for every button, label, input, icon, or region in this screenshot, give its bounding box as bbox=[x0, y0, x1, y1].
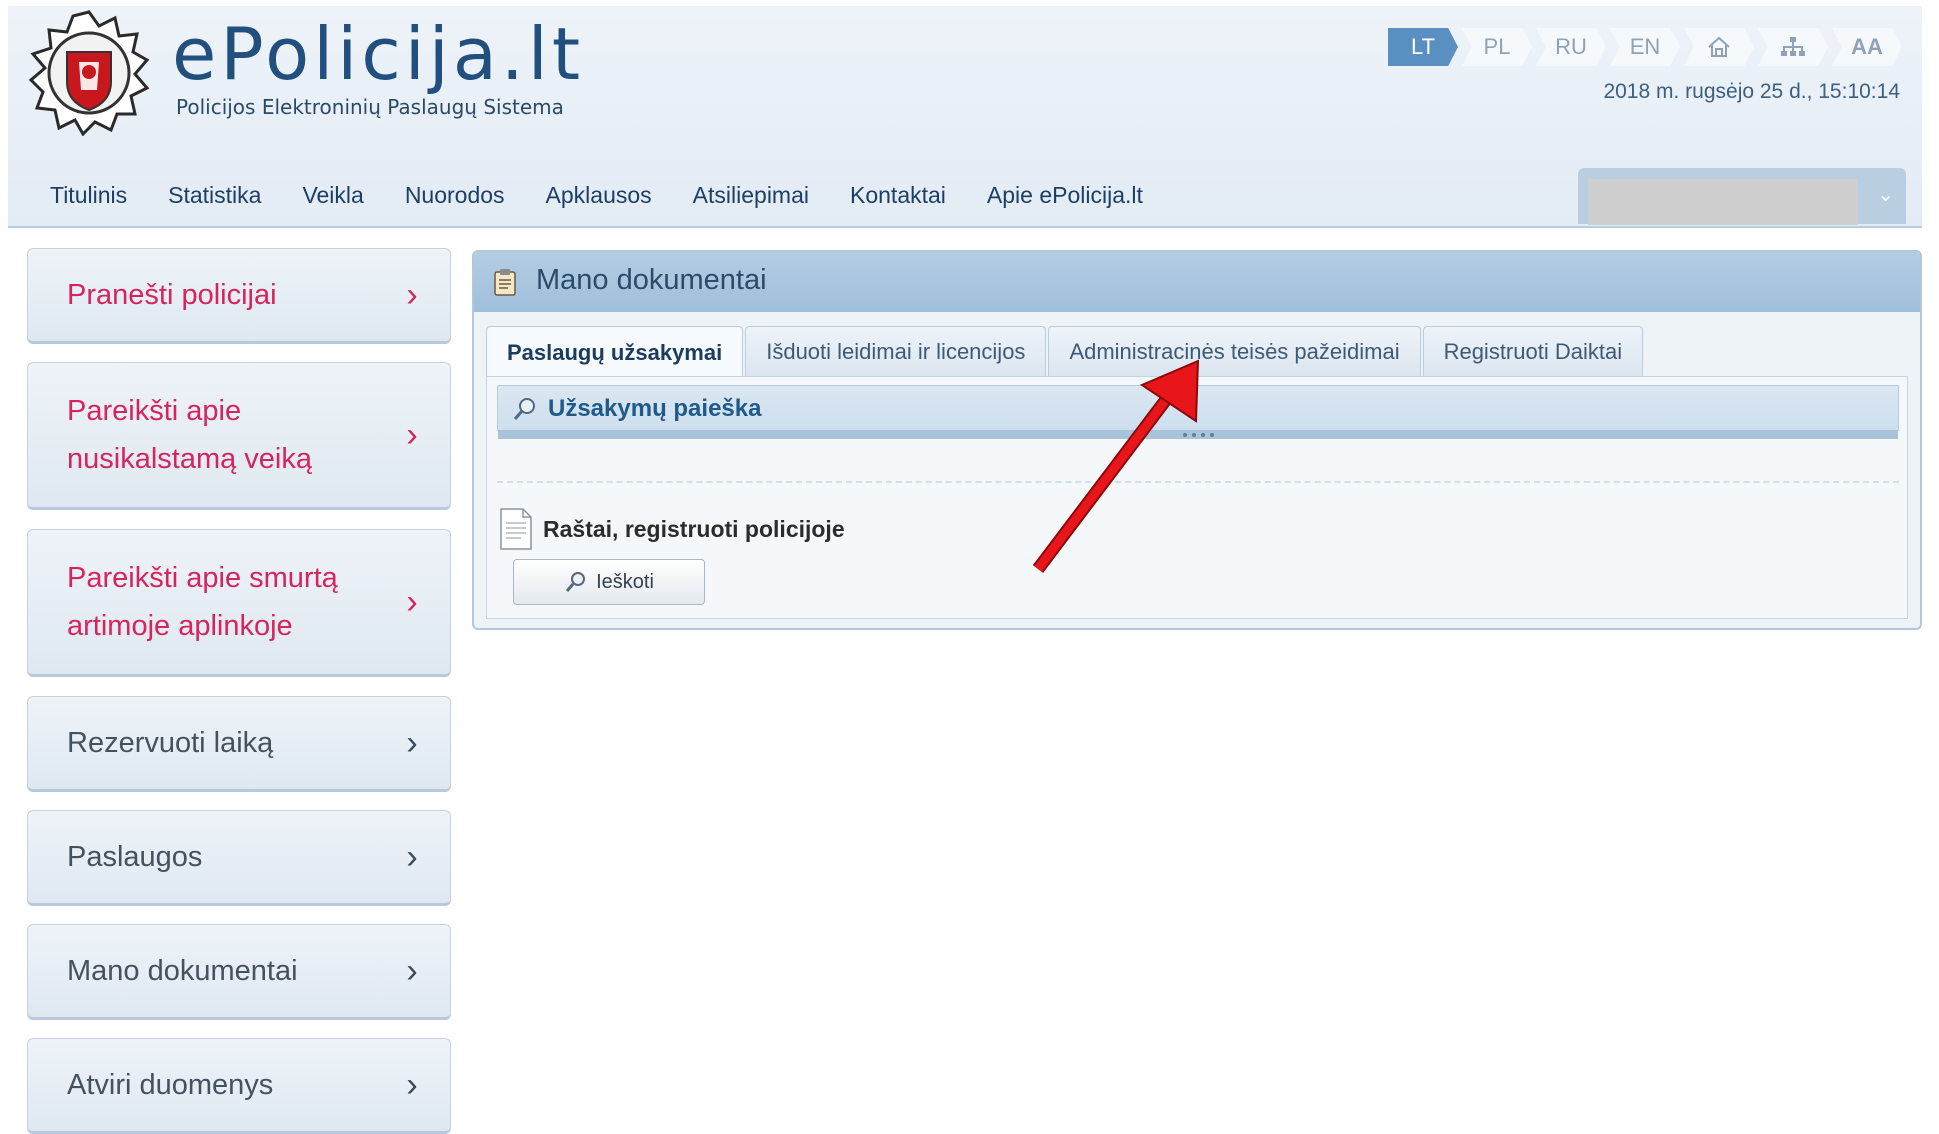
search-button[interactable]: Ieškoti bbox=[513, 559, 705, 605]
sidebar-item-label: Paslaugos bbox=[67, 841, 203, 873]
nav-apie[interactable]: Apie ePolicija.lt bbox=[965, 182, 1162, 209]
search-section-title: Užsakymų paieška bbox=[548, 395, 762, 422]
lang-pl[interactable]: PL bbox=[1462, 28, 1532, 66]
sidebar-item-paslaugos[interactable]: Paslaugos › bbox=[27, 810, 451, 906]
document-icon bbox=[500, 508, 532, 550]
font-size-icon[interactable]: AA bbox=[1832, 28, 1902, 66]
main-navigation: Titulinis Statistika Veikla Nuorodos Apk… bbox=[28, 182, 1162, 209]
nav-kontaktai[interactable]: Kontaktai bbox=[828, 182, 965, 209]
lang-lt[interactable]: LT bbox=[1388, 28, 1458, 66]
site-header: ePolicija.lt Policijos Elektroninių Pasl… bbox=[8, 6, 1922, 228]
sidebar-item-label: Atviri duomenys bbox=[67, 1069, 274, 1101]
nav-veikla[interactable]: Veikla bbox=[280, 182, 382, 209]
sidebar-item-rezervuoti[interactable]: Rezervuoti laiką › bbox=[27, 696, 451, 792]
sidebar-item-label: Rezervuoti laiką bbox=[67, 727, 274, 759]
search-button-label: Ieškoti bbox=[596, 570, 654, 593]
panel-header: Mano dokumentai bbox=[474, 252, 1920, 312]
sitemap-icon[interactable] bbox=[1758, 28, 1828, 66]
chevron-right-icon: › bbox=[406, 415, 418, 454]
chevron-right-icon: › bbox=[406, 837, 418, 876]
sidebar-item-label: Mano dokumentai bbox=[67, 955, 298, 987]
chevron-right-icon: › bbox=[406, 723, 418, 762]
sidebar-item-label: Pareikšti apie smurtą artimoje aplinkoje bbox=[67, 562, 338, 642]
user-dropdown-field[interactable] bbox=[1588, 179, 1858, 225]
lang-ru[interactable]: RU bbox=[1536, 28, 1606, 66]
sidebar-item-smurtas[interactable]: Pareikšti apie smurtą artimoje aplinkoje… bbox=[27, 529, 451, 677]
documents-section: Raštai, registruoti policijoje bbox=[499, 507, 845, 551]
tab-registruoti-daiktai[interactable]: Registruoti Daiktai bbox=[1422, 326, 1644, 377]
tab-paslaugu-uzsakymai[interactable]: Paslaugų užsakymai bbox=[486, 326, 744, 379]
chevron-down-icon[interactable]: ⌄ bbox=[1877, 182, 1894, 207]
nav-nuorodos[interactable]: Nuorodos bbox=[383, 182, 524, 209]
documents-title: Raštai, registruoti policijoje bbox=[543, 515, 845, 542]
annotation-arrow-icon bbox=[1032, 359, 1200, 573]
panel-title: Mano dokumentai bbox=[536, 264, 767, 296]
nav-titulinis[interactable]: Titulinis bbox=[28, 182, 146, 209]
brand-title[interactable]: ePolicija.lt bbox=[172, 18, 584, 90]
tab-isduoti-leidimai[interactable]: Išduoti leidimai ir licencijos bbox=[745, 326, 1047, 377]
sidebar-item-label: Pareikšti apie nusikalstamą veiką bbox=[67, 395, 312, 475]
sidebar-item-nusikalstama-veika[interactable]: Pareikšti apie nusikalstamą veiką › bbox=[27, 362, 451, 510]
search-icon bbox=[513, 398, 535, 420]
home-icon[interactable] bbox=[1684, 28, 1754, 66]
sidebar-item-pranesti[interactable]: Pranešti policijai › bbox=[27, 248, 451, 344]
nav-apklausos[interactable]: Apklausos bbox=[524, 182, 671, 209]
sidebar-item-atviri-duomenys[interactable]: Atviri duomenys › bbox=[27, 1038, 451, 1134]
sidebar-item-mano-dokumentai[interactable]: Mano dokumentai › bbox=[27, 924, 451, 1020]
nav-atsiliepimai[interactable]: Atsiliepimai bbox=[671, 182, 828, 209]
police-star-logo[interactable] bbox=[28, 10, 150, 136]
chevron-right-icon: › bbox=[406, 275, 418, 314]
brand-subtitle: Policijos Elektroninių Paslaugų Sistema bbox=[176, 95, 564, 119]
chevron-right-icon: › bbox=[406, 951, 418, 990]
user-dropdown[interactable]: ⌄ bbox=[1578, 168, 1906, 225]
search-icon bbox=[565, 572, 586, 592]
chevron-right-icon: › bbox=[406, 582, 418, 621]
current-datetime: 2018 m. rugsėjo 25 d., 15:10:14 bbox=[1603, 80, 1900, 103]
sidebar-item-label: Pranešti policijai bbox=[67, 279, 277, 311]
nav-statistika[interactable]: Statistika bbox=[146, 182, 280, 209]
chevron-right-icon: › bbox=[406, 1065, 418, 1104]
clipboard-icon bbox=[494, 269, 516, 296]
lang-en[interactable]: EN bbox=[1610, 28, 1680, 66]
language-bar: LT PL RU EN AA bbox=[1388, 28, 1902, 66]
